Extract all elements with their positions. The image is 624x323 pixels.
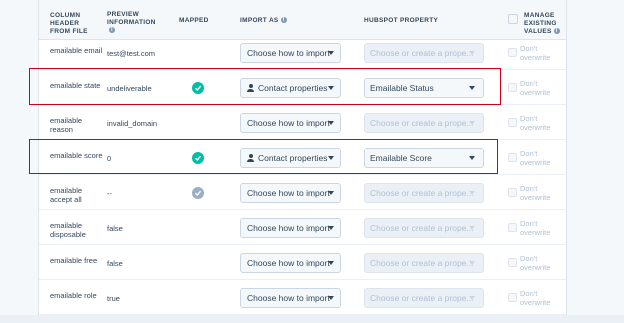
- table-row: emailable free false Choose how to impor…: [39, 245, 566, 280]
- column-header-cell: emailable reason: [50, 116, 83, 134]
- caret-down-icon: [469, 191, 475, 195]
- column-header-cell: emailable accept all: [50, 186, 83, 204]
- info-icon: i: [280, 17, 287, 24]
- import-mapping-table: COLUMN HEADER FROM FILE PREVIEW INFORMAT…: [29, 0, 567, 315]
- preview-cell: test@test.com: [107, 49, 156, 58]
- caret-down-icon: [469, 121, 475, 125]
- hubspot-property-dropdown[interactable]: Choose or create a prope...: [364, 253, 484, 273]
- table-row: emailable accept all -- Choose how to im…: [39, 175, 566, 210]
- import-as-dropdown[interactable]: Choose how to import: [240, 43, 341, 63]
- preview-cell: false: [107, 259, 123, 268]
- caret-down-icon: [328, 296, 334, 300]
- highlight-box-score-row: [29, 139, 498, 174]
- overwrite-checkbox[interactable]: [508, 293, 517, 302]
- overwrite-label: Don't overwrite: [520, 219, 551, 237]
- hubspot-property-dropdown[interactable]: Choose or create a prope...: [364, 218, 484, 238]
- overwrite-checkbox[interactable]: [508, 188, 517, 197]
- caret-down-icon: [328, 121, 334, 125]
- caret-down-icon: [469, 296, 475, 300]
- import-as-dropdown[interactable]: Choose how to import: [240, 288, 341, 308]
- caret-down-icon: [469, 226, 475, 230]
- overwrite-checkbox[interactable]: [508, 223, 517, 232]
- import-as-label: Choose how to import: [247, 258, 330, 268]
- caret-down-icon: [469, 261, 475, 265]
- footer-bar: [0, 315, 624, 323]
- header-column-from-file: COLUMN HEADER FROM FILE: [50, 12, 88, 35]
- hubspot-property-dropdown[interactable]: Choose or create a prope...: [364, 183, 484, 203]
- hubspot-property-label: Choose or create a prope...: [370, 223, 474, 233]
- hubspot-property-label: Choose or create a prope...: [370, 293, 474, 303]
- hubspot-property-dropdown[interactable]: Choose or create a prope...: [364, 288, 484, 308]
- hubspot-property-label: Choose or create a prope...: [370, 258, 474, 268]
- hubspot-property-dropdown[interactable]: Choose or create a prope...: [364, 113, 484, 133]
- table-row: emailable role true Choose how to import…: [39, 280, 566, 315]
- manage-all-checkbox[interactable]: [508, 14, 518, 24]
- header-import-as-label: IMPORT AS: [240, 17, 279, 24]
- caret-down-icon: [328, 51, 334, 55]
- overwrite-checkbox[interactable]: [508, 118, 517, 127]
- preview-cell: --: [107, 189, 112, 198]
- column-header-cell: emailable role: [50, 291, 97, 300]
- import-as-label: Choose how to import: [247, 223, 330, 233]
- hubspot-property-label: Choose or create a prope...: [370, 188, 474, 198]
- preview-cell: true: [107, 294, 120, 303]
- table-row: emailable email test@test.com Choose how…: [39, 35, 566, 70]
- info-icon: i: [109, 27, 115, 34]
- hubspot-property-label: Choose or create a prope...: [370, 48, 474, 58]
- overwrite-checkbox[interactable]: [508, 83, 517, 92]
- header-mapped: MAPPED: [179, 17, 209, 24]
- overwrite-label: Don't overwrite: [520, 184, 551, 202]
- column-header-cell: emailable disposable: [50, 221, 86, 239]
- overwrite-label: Don't overwrite: [520, 79, 551, 97]
- highlight-box-state-row: [29, 68, 501, 105]
- info-icon: i: [553, 28, 560, 35]
- header-manage-label: MANAGE EXISTING VALUES: [524, 12, 557, 35]
- caret-down-icon: [328, 261, 334, 265]
- overwrite-label: Don't overwrite: [520, 254, 551, 272]
- overwrite-label: Don't overwrite: [520, 44, 551, 62]
- import-as-label: Choose how to import: [247, 48, 330, 58]
- import-as-label: Choose how to import: [247, 293, 330, 303]
- caret-down-icon: [469, 51, 475, 55]
- import-as-dropdown[interactable]: Choose how to import: [240, 253, 341, 273]
- import-as-dropdown[interactable]: Choose how to import: [240, 113, 341, 133]
- table-row: emailable reason invalid_domain Choose h…: [39, 105, 566, 140]
- hubspot-property-label: Choose or create a prope...: [370, 118, 474, 128]
- overwrite-label: Don't overwrite: [520, 289, 551, 307]
- import-as-dropdown[interactable]: Choose how to import: [240, 218, 341, 238]
- header-manage-existing-values: MANAGE EXISTING VALUES i: [524, 12, 560, 36]
- overwrite-checkbox[interactable]: [508, 153, 517, 162]
- header-import-as: IMPORT AS i: [240, 17, 287, 25]
- table-header: COLUMN HEADER FROM FILE PREVIEW INFORMAT…: [39, 0, 566, 40]
- overwrite-label: Don't overwrite: [520, 149, 551, 167]
- column-header-cell: emailable free: [50, 256, 98, 265]
- preview-cell: false: [107, 224, 123, 233]
- overwrite-label: Don't overwrite: [520, 114, 551, 132]
- header-hubspot-property: HUBSPOT PROPERTY: [364, 17, 439, 24]
- mapped-check-icon: [192, 187, 204, 199]
- header-preview-information: PREVIEW INFORMATION i: [107, 11, 161, 35]
- import-as-label: Choose how to import: [247, 188, 330, 198]
- preview-cell: invalid_domain: [107, 119, 158, 128]
- table-row: emailable disposable false Choose how to…: [39, 210, 566, 245]
- header-preview-label: PREVIEW INFORMATION: [107, 11, 156, 26]
- caret-down-icon: [328, 191, 334, 195]
- overwrite-checkbox[interactable]: [508, 258, 517, 267]
- overwrite-checkbox[interactable]: [508, 48, 517, 57]
- import-as-dropdown[interactable]: Choose how to import: [240, 183, 341, 203]
- caret-down-icon: [328, 226, 334, 230]
- column-header-cell: emailable email: [50, 46, 103, 55]
- import-as-label: Choose how to import: [247, 118, 330, 128]
- hubspot-property-dropdown[interactable]: Choose or create a prope...: [364, 43, 484, 63]
